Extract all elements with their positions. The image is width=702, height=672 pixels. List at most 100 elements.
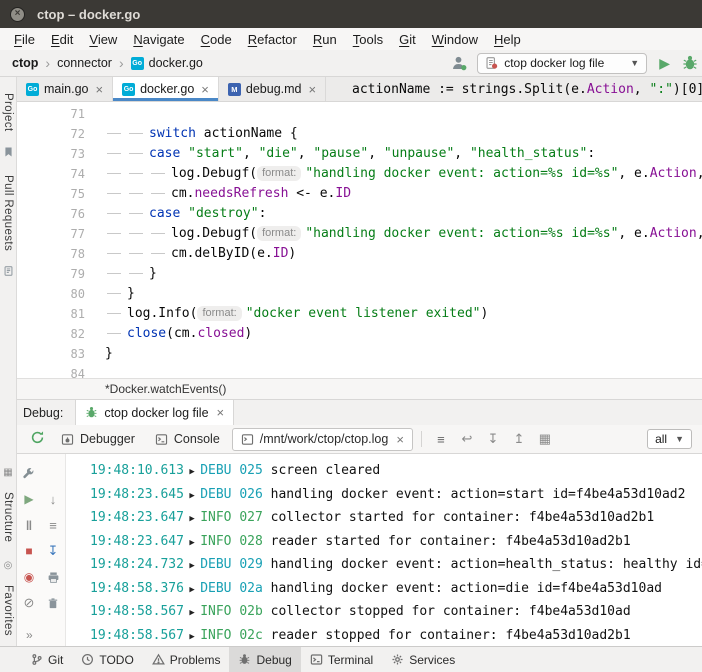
- breadcrumb-ctop[interactable]: ctop: [12, 56, 38, 70]
- toolbar-tab-log-file[interactable]: /mnt/work/ctop/ctop.log×: [232, 428, 413, 451]
- statusbar-item-git[interactable]: Git: [22, 647, 72, 672]
- bookmark-icon[interactable]: [3, 146, 14, 161]
- log-filter-dropdown[interactable]: all▼: [647, 429, 692, 449]
- code-token: close: [127, 326, 166, 341]
- toolbar-tab-debugger[interactable]: Debugger: [53, 429, 143, 449]
- menu-help[interactable]: Help: [486, 32, 529, 47]
- toolbar-tab-console[interactable]: Console: [147, 429, 228, 449]
- menu-file[interactable]: File: [6, 32, 43, 47]
- mute-breakpoints-button[interactable]: ⊘: [19, 593, 39, 613]
- statusbar-item-problems[interactable]: Problems: [143, 647, 230, 672]
- code-token: }: [105, 346, 113, 361]
- grid-small-icon[interactable]: ▦: [3, 463, 12, 478]
- code-line-body: [95, 104, 702, 124]
- line-number[interactable]: 78: [17, 244, 95, 264]
- code-token: , e.: [618, 166, 649, 181]
- line-number[interactable]: 80: [17, 284, 95, 304]
- separator: [421, 431, 422, 447]
- editor-tab-debug-md[interactable]: Mdebug.md×: [219, 77, 326, 101]
- menu-code[interactable]: Code: [193, 32, 240, 47]
- pause-button[interactable]: ‖: [19, 515, 39, 535]
- menu-run[interactable]: Run: [305, 32, 345, 47]
- debug-button[interactable]: [682, 55, 698, 71]
- menu-navigate[interactable]: Navigate: [125, 32, 192, 47]
- code-token: closed: [197, 326, 244, 341]
- options-menu-button[interactable]: ≡: [430, 432, 452, 447]
- breadcrumb-connector[interactable]: connector: [57, 56, 112, 70]
- tab-whitespace-icon: [105, 193, 127, 194]
- line-number[interactable]: 71: [17, 104, 95, 124]
- print-button[interactable]: [43, 567, 63, 587]
- log-console[interactable]: 19:48:10.613 ▶ DEBU 025 screen cleared19…: [66, 454, 702, 646]
- line-number[interactable]: 72: [17, 124, 95, 144]
- statusbar-item-services[interactable]: Services: [382, 647, 464, 672]
- line-number[interactable]: 79: [17, 264, 95, 284]
- layout-grid-button[interactable]: ▦: [534, 431, 556, 447]
- run-config-combo[interactable]: ctop docker log file ▼: [477, 53, 647, 74]
- line-number[interactable]: 74: [17, 164, 95, 184]
- statusbar-item-label: TODO: [99, 653, 133, 667]
- scroll-to-end-button[interactable]: ↧: [43, 541, 63, 561]
- close-icon[interactable]: ×: [309, 82, 317, 97]
- line-number[interactable]: 81: [17, 304, 95, 324]
- line-number[interactable]: 84: [17, 364, 95, 378]
- clear-button[interactable]: [43, 593, 63, 613]
- sidebar-item-favorites[interactable]: Favorites: [2, 585, 14, 636]
- close-icon[interactable]: ×: [95, 82, 103, 97]
- menu-refactor[interactable]: Refactor: [240, 32, 305, 47]
- console-lines-button[interactable]: ≡: [43, 515, 63, 535]
- scroll-to-top-button[interactable]: ↥: [508, 431, 530, 447]
- pin-icon[interactable]: ◎: [4, 556, 13, 571]
- line-number[interactable]: 73: [17, 144, 95, 164]
- code-line: 81log.Info(format:"docker event listener…: [17, 304, 702, 324]
- resume-button[interactable]: ▶: [19, 489, 39, 509]
- close-icon[interactable]: ×: [201, 82, 209, 97]
- debug-session-tab[interactable]: ctop docker log file ×: [75, 400, 234, 425]
- settings-button[interactable]: [19, 463, 39, 483]
- statusbar-item-debug[interactable]: Debug: [229, 647, 300, 672]
- close-icon[interactable]: ×: [396, 432, 404, 447]
- line-number[interactable]: 83: [17, 344, 95, 364]
- statusbar-item-terminal[interactable]: Terminal: [301, 647, 382, 672]
- statusbar-item-todo[interactable]: TODO: [72, 647, 142, 672]
- window-close-button[interactable]: ×: [10, 7, 25, 22]
- log-message: handling docker event: action=die id=f4b…: [263, 581, 662, 596]
- rerun-debugger-button[interactable]: [25, 430, 49, 448]
- code-token: case: [149, 146, 180, 161]
- code-editor[interactable]: 7172switch actionName {73case "start", "…: [17, 102, 702, 378]
- breadcrumb-docker-go[interactable]: Godocker.go: [131, 56, 203, 70]
- line-number[interactable]: 76: [17, 204, 95, 224]
- run-button[interactable]: ▶: [657, 55, 672, 72]
- close-icon[interactable]: ×: [217, 405, 225, 420]
- sidebar-item-structure[interactable]: Structure: [2, 492, 14, 542]
- code-token: :: [259, 206, 267, 221]
- collaborate-icon[interactable]: [451, 55, 467, 71]
- code-token: ID: [335, 186, 351, 201]
- line-number[interactable]: 77: [17, 224, 95, 244]
- sidebar-item-project[interactable]: Project: [2, 93, 14, 132]
- scroll-to-bottom-button[interactable]: ↧: [482, 431, 504, 447]
- sidebar-item-pull-requests[interactable]: Pull Requests: [2, 175, 14, 251]
- line-number[interactable]: 75: [17, 184, 95, 204]
- code-line: 79}: [17, 264, 702, 284]
- editor-tab-docker-go[interactable]: Godocker.go×: [113, 77, 219, 101]
- stop-button[interactable]: ■: [19, 541, 39, 561]
- document-icon[interactable]: [3, 265, 14, 280]
- menu-tools[interactable]: Tools: [345, 32, 391, 47]
- more-icons-chevron[interactable]: »: [26, 628, 33, 642]
- code-token: )[0]: [673, 82, 702, 97]
- editor-tab-main-go[interactable]: Gomain.go×: [17, 77, 113, 101]
- menu-view[interactable]: View: [81, 32, 125, 47]
- menu-window[interactable]: Window: [424, 32, 486, 47]
- tab-whitespace-icon: [127, 133, 149, 134]
- code-line-body: cm.delByID(e.ID): [95, 244, 702, 264]
- tab-whitespace-icon: [127, 253, 149, 254]
- menu-git[interactable]: Git: [391, 32, 424, 47]
- view-breakpoints-button[interactable]: ◉: [19, 567, 39, 587]
- line-number[interactable]: 82: [17, 324, 95, 344]
- menu-edit[interactable]: Edit: [43, 32, 81, 47]
- soft-wrap-button[interactable]: ↩: [456, 431, 478, 447]
- step-down-button[interactable]: ↓: [43, 489, 63, 509]
- ide-window: × ctop – docker.go FileEditViewNavigateC…: [0, 0, 702, 672]
- log-level: INFO 028: [200, 534, 263, 549]
